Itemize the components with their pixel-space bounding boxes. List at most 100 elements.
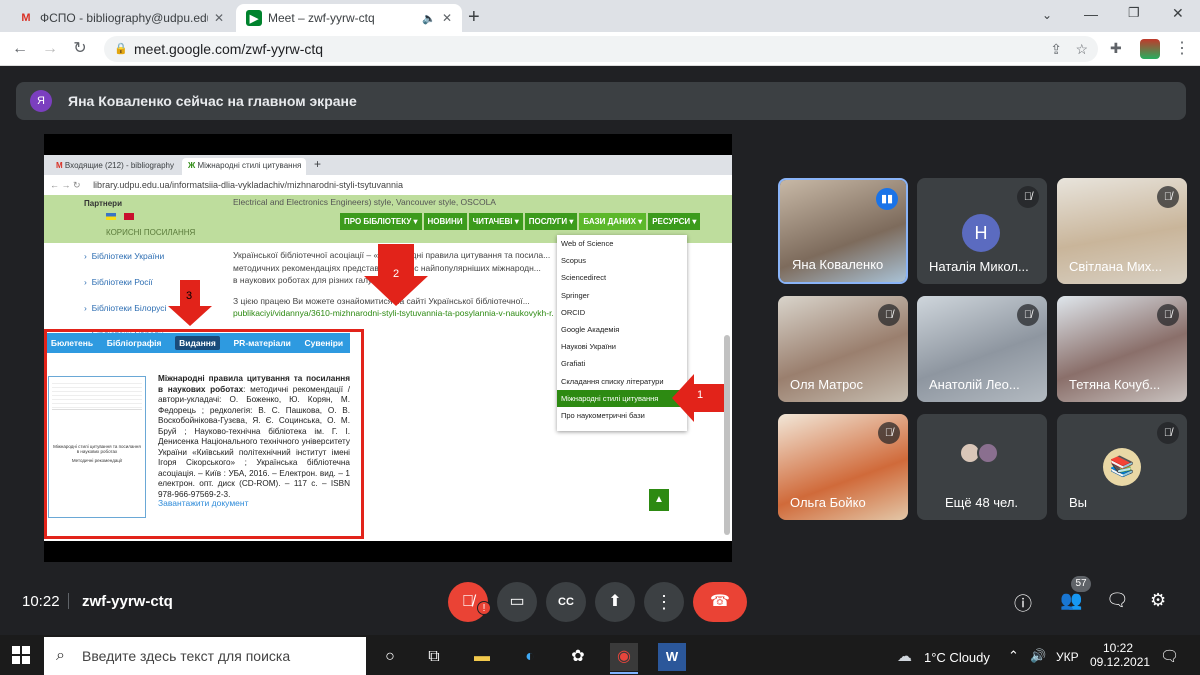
- avatar: [977, 442, 999, 464]
- scroll-top-icon: ▲: [649, 489, 669, 511]
- task-view-icon[interactable]: ⧉: [420, 643, 448, 671]
- participant-tile[interactable]: ▮▮ Яна Коваленко: [778, 178, 908, 284]
- tab-label: Meet – zwf-yyrw-ctq: [268, 11, 375, 25]
- dd-item: ORCID: [561, 307, 586, 317]
- nav-resources: РЕСУРСИ ▾: [648, 213, 701, 230]
- back-button[interactable]: ←: [10, 39, 30, 59]
- tab-gmail[interactable]: M ФСПО - bibliography@udpu.edu ✕: [8, 4, 234, 32]
- new-tab-button[interactable]: +: [468, 6, 480, 29]
- arrow-label-2: 2: [393, 268, 400, 280]
- chrome-icon[interactable]: ◉: [610, 643, 638, 671]
- flags: [106, 213, 135, 222]
- participant-tile[interactable]: 🎙̸ Оля Матрос: [778, 296, 908, 402]
- word-icon[interactable]: W: [658, 643, 686, 671]
- minimize-button[interactable]: —: [1084, 6, 1098, 22]
- speaking-indicator-icon: ▮▮: [876, 188, 898, 210]
- gmail-icon: M: [21, 12, 31, 24]
- audio-playing-icon[interactable]: 🔈: [422, 12, 436, 25]
- clock[interactable]: 10:22 09.12.2021: [1090, 641, 1151, 669]
- nav-services: ПОСЛУГИ ▾: [524, 213, 578, 230]
- forward-button[interactable]: →: [40, 39, 60, 59]
- menu-icon[interactable]: ⋮: [1174, 38, 1190, 58]
- participant-name: Яна Коваленко: [792, 257, 884, 272]
- participant-name: Анатолій Лео...: [929, 377, 1020, 392]
- arrow-label-3: 3: [186, 290, 193, 302]
- taskbar-search-input[interactable]: ⌕ Введите здесь текст для поиска: [44, 637, 366, 675]
- edge-icon[interactable]: ◐: [516, 643, 544, 671]
- participant-name: Ольга Бойко: [790, 495, 866, 510]
- dd-item: Scopus: [561, 256, 587, 266]
- app-icon[interactable]: ✿: [564, 643, 592, 671]
- shared-url: library.udpu.edu.ua/informatsiia-dlia-vy…: [93, 180, 404, 190]
- databases-dropdown: Web of Science Scopus Sciencedirect Spri…: [557, 235, 687, 431]
- divider: [68, 593, 69, 609]
- mic-off-icon: 🎙̸: [1157, 422, 1179, 444]
- chat-icon[interactable]: 🗨: [1106, 590, 1129, 611]
- presentation-notice: Я Яна Коваленко сейчас на главном экране: [16, 82, 1186, 120]
- participant-name: Наталія Микол...: [929, 259, 1029, 274]
- activities-icon[interactable]: ⚙: [1150, 590, 1166, 611]
- share-icon[interactable]: ⇪: [1050, 36, 1062, 62]
- present-button[interactable]: ⬆: [595, 582, 635, 622]
- bookmark-star-icon[interactable]: ☆: [1075, 36, 1088, 62]
- camera-icon: ▭: [509, 593, 525, 610]
- windows-start-icon[interactable]: [12, 646, 30, 664]
- tab-search-icon[interactable]: ⌄: [1042, 8, 1052, 22]
- leave-call-button[interactable]: ☎: [693, 582, 747, 622]
- shared-new-tab-icon: +: [314, 157, 322, 171]
- dd-item-selected: Міжнародні стилі цитування: [557, 389, 687, 407]
- avatar: Н: [962, 214, 1000, 252]
- notifications-icon[interactable]: 🗨: [1160, 647, 1179, 665]
- tray-chevron-icon[interactable]: ⌃: [1008, 648, 1019, 664]
- warning-badge-icon: !: [477, 601, 491, 615]
- participant-tile[interactable]: Н 🎙̸ Наталія Микол...: [917, 178, 1047, 284]
- language-indicator[interactable]: УКР: [1056, 650, 1079, 664]
- clock-date: 09.12.2021: [1090, 655, 1151, 669]
- cortana-icon[interactable]: ○: [376, 643, 404, 671]
- participant-tile[interactable]: 🎙̸ Світлана Мих...: [1057, 178, 1187, 284]
- extensions-icon[interactable]: ✚: [1110, 40, 1122, 57]
- weather-text[interactable]: 1°C Cloudy: [924, 650, 990, 665]
- more-options-button[interactable]: ⋮: [644, 582, 684, 622]
- captions-icon: CC: [558, 596, 574, 608]
- profile-avatar[interactable]: [1140, 39, 1160, 59]
- participant-tile[interactable]: 📚 🎙̸ Вы: [1057, 414, 1187, 520]
- highlight-box: [44, 329, 364, 539]
- shared-scrollbar: [724, 335, 730, 535]
- dd-item: Web of Science: [561, 239, 614, 248]
- close-window-button[interactable]: ✕: [1172, 5, 1184, 22]
- participant-tile[interactable]: 🎙̸ Ольга Бойко: [778, 414, 908, 520]
- people-icon[interactable]: 👥: [1060, 590, 1082, 611]
- participant-tile[interactable]: Ещё 48 чел.: [917, 414, 1047, 520]
- side-link-ukraine: › Бібліотеки України: [84, 251, 165, 261]
- shared-tab-strip: M Входящие (212) - bibliography Ж Міжнар…: [44, 155, 732, 175]
- useful-links-title: КОРИСНІ ПОСИЛАННЯ: [106, 228, 196, 237]
- mic-off-icon: 🎙̸: [1157, 186, 1179, 208]
- nav-databases: БАЗИ ДАНИХ ▾: [579, 213, 647, 230]
- shared-tab-label: Міжнародні стилі цитування: [197, 161, 302, 170]
- close-tab-icon[interactable]: ✕: [442, 11, 452, 25]
- clock-time: 10:22: [1102, 641, 1134, 655]
- close-tab-icon[interactable]: ✕: [214, 11, 224, 25]
- address-bar[interactable]: 🔒 meet.google.com/zwf-yyrw-ctq ⇪ ☆: [104, 36, 1098, 62]
- search-placeholder: Введите здесь текст для поиска: [82, 648, 291, 664]
- participant-tile[interactable]: 🎙̸ Тетяна Кочуб...: [1057, 296, 1187, 402]
- more-vert-icon: ⋮: [655, 592, 673, 612]
- body-line: З цією працею Ви можете ознайомитися на …: [233, 295, 530, 306]
- captions-button[interactable]: CC: [546, 582, 586, 622]
- tab-meet[interactable]: ▶ Meet – zwf-yyrw-ctq 🔈 ✕: [236, 4, 462, 32]
- tab-label: ФСПО - bibliography@udpu.edu: [40, 11, 208, 25]
- nav-news: НОВИНИ: [423, 213, 467, 230]
- search-icon: ⌕: [56, 647, 65, 664]
- end-call-icon: ☎: [710, 593, 730, 610]
- camera-toggle-button[interactable]: ▭: [497, 582, 537, 622]
- maximize-button[interactable]: ❐: [1128, 5, 1140, 21]
- speaker-icon[interactable]: 🔊: [1030, 648, 1046, 664]
- body-line: Української бібліотечної асоціації – «Мі…: [233, 250, 551, 260]
- file-explorer-icon[interactable]: ▬: [468, 643, 496, 671]
- dd-item: Sciencedirect: [561, 273, 607, 283]
- participant-tile[interactable]: 🎙̸ Анатолій Лео...: [917, 296, 1047, 402]
- info-icon[interactable]: ⓘ: [1014, 590, 1032, 616]
- url-text: meet.google.com/zwf-yyrw-ctq: [134, 41, 324, 57]
- reload-button[interactable]: ↻: [70, 39, 90, 59]
